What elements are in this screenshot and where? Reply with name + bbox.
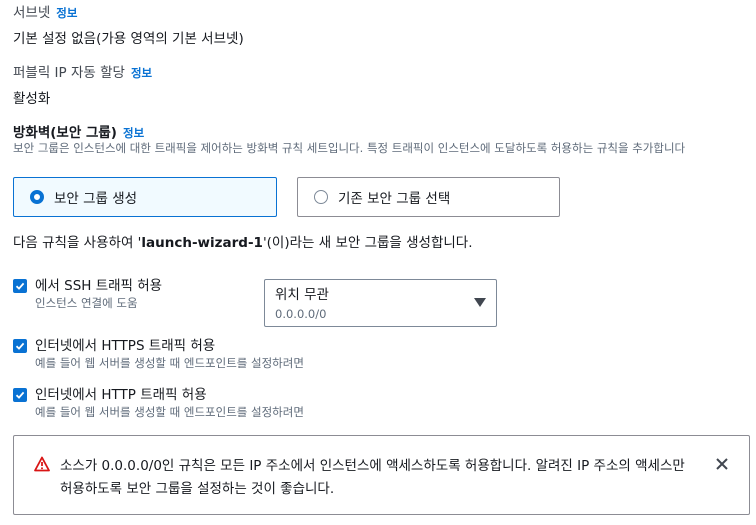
warning-message: 소스가 0.0.0.0/0인 규칙은 모든 IP 주소에서 인스턴스에 액세스하…	[60, 458, 685, 497]
https-checkbox[interactable]	[13, 339, 27, 353]
http-rule: 인터넷에서 HTTP 트래픽 허용 예를 들어 웹 서버를 생성할 때 엔드포인…	[13, 386, 304, 421]
create-security-group-label: 보안 그룹 생성	[54, 191, 138, 207]
ssh-checkbox[interactable]	[13, 279, 27, 293]
warning-icon	[34, 456, 50, 476]
subnet-info-link[interactable]: 정보	[56, 6, 77, 20]
rule-intro-text: 다음 규칙을 사용하여 'launch-wizard-1'(이)라는 새 보안 …	[13, 231, 473, 251]
public-ip-info-link[interactable]: 정보	[131, 66, 152, 80]
caret-down-icon	[474, 298, 486, 307]
subnet-value: 기본 설정 없음(가용 영역의 기본 서브넷)	[13, 31, 244, 47]
https-rule: 인터넷에서 HTTPS 트래픽 허용 예를 들어 웹 서버를 생성할 때 엔드포…	[13, 337, 304, 372]
radio-unselected-icon	[314, 190, 328, 204]
ssh-source-selected: 위치 무관	[275, 287, 329, 303]
ssh-source-select[interactable]: 위치 무관 0.0.0.0/0	[264, 279, 497, 327]
public-ip-value: 활성화	[13, 91, 51, 107]
select-existing-group-label: 기존 보안 그룹 선택	[338, 191, 451, 207]
check-icon	[15, 342, 25, 350]
ssh-rule-label: 에서 SSH 트래픽 허용	[35, 278, 163, 294]
https-rule-sublabel: 예를 들어 웹 서버를 생성할 때 엔드포인트를 설정하려면	[35, 356, 304, 370]
firewall-header: 방화벽(보안 그룹) 정보	[13, 121, 144, 141]
check-icon	[15, 391, 25, 399]
radio-selected-icon	[30, 190, 44, 204]
ssh-rule-sublabel: 인스턴스 연결에 도움	[35, 296, 138, 310]
http-rule-sublabel: 예를 들어 웹 서버를 생성할 때 엔드포인트를 설정하려면	[35, 405, 304, 419]
https-rule-label: 인터넷에서 HTTPS 트래픽 허용	[35, 338, 216, 354]
firewall-description: 보안 그룹은 인스턴스에 대한 트래픽을 제어하는 방화벽 규칙 세트입니다. …	[13, 141, 686, 155]
rule-text-prefix: 다음 규칙을 사용하여 '	[13, 235, 142, 251]
warning-alert: 소스가 0.0.0.0/0인 규칙은 모든 IP 주소에서 인스턴스에 액세스하…	[13, 435, 750, 515]
select-existing-group-option[interactable]: 기존 보안 그룹 선택	[297, 177, 560, 217]
security-group-name: launch-wizard-1	[141, 235, 263, 251]
firewall-info-link[interactable]: 정보	[123, 126, 144, 140]
firewall-label: 방화벽(보안 그룹)	[13, 125, 117, 141]
rule-text-suffix: '(이)라는 새 보안 그룹을 생성합니다.	[262, 235, 473, 251]
public-ip-label: 퍼블릭 IP 자동 할당	[13, 65, 125, 81]
ssh-rule: 에서 SSH 트래픽 허용 인스턴스 연결에 도움	[13, 277, 162, 312]
create-security-group-option[interactable]: 보안 그룹 생성	[13, 177, 277, 217]
public-ip-field: 퍼블릭 IP 자동 할당 정보	[13, 61, 152, 81]
close-icon[interactable]	[715, 456, 729, 475]
http-rule-label: 인터넷에서 HTTP 트래픽 허용	[35, 387, 207, 403]
ssh-source-cidr: 0.0.0.0/0	[275, 307, 327, 321]
check-icon	[15, 282, 25, 290]
http-checkbox[interactable]	[13, 388, 27, 402]
subnet-field: 서브넷 정보	[13, 1, 77, 21]
subnet-label: 서브넷	[13, 5, 51, 21]
